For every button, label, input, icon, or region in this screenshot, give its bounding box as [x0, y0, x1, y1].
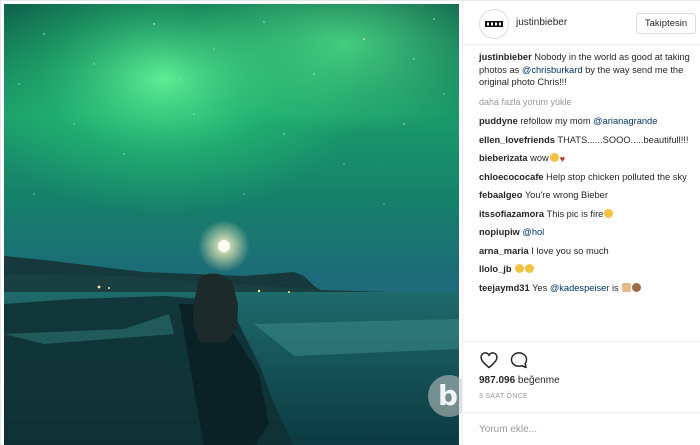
post-side-panel: justinbieber Takiptesin justinbieber Nob…: [462, 1, 700, 445]
comment-icon[interactable]: [509, 350, 529, 370]
comment-text-spacer: is: [609, 282, 622, 293]
comment-mention[interactable]: @arianagrande: [593, 116, 657, 126]
comment-item: chloecococafe Help stop chicken polluted…: [479, 171, 695, 184]
smiling-emoji-icon: [549, 153, 559, 162]
comment-username[interactable]: llolo_jb: [479, 264, 512, 274]
comment-username[interactable]: itssofiazamora: [479, 209, 544, 219]
comment-text: Yes: [529, 282, 550, 293]
watermark-b-glyph: b: [438, 379, 459, 412]
comment-username[interactable]: puddyne: [479, 116, 518, 126]
likes-count[interactable]: 987.096 beğenme: [479, 375, 560, 386]
post-caption: justinbieber Nobody in the world as good…: [479, 51, 695, 89]
post-header: justinbieber Takiptesin: [463, 1, 700, 45]
comment-username[interactable]: bieberizata: [479, 153, 528, 163]
comment-mention[interactable]: @hol: [522, 227, 544, 237]
comment-text: wow: [527, 153, 549, 163]
comment-text: Help stop chicken polluted the sky: [543, 171, 687, 182]
heart-emoji-icon: ♥: [559, 154, 566, 164]
comment-item: puddyne refollow my mom @arianagrande: [479, 115, 695, 128]
comment-username[interactable]: ellen_lovefriends: [479, 135, 555, 145]
comment-item: nopiupiw @hol: [479, 226, 695, 239]
comment-username[interactable]: nopiupiw: [479, 227, 520, 237]
comment-username[interactable]: teejaymd31: [479, 283, 530, 293]
comment-mention[interactable]: @kadespeiser: [550, 283, 610, 293]
likes-label: beğenme: [515, 375, 560, 386]
comment-item: bieberizata wow ♥: [479, 152, 695, 165]
comment-username[interactable]: febaalgeo: [479, 190, 522, 200]
comment-username[interactable]: chloecococafe: [479, 172, 544, 182]
comment-text: [512, 264, 515, 274]
likes-number: 987.096: [479, 375, 516, 386]
comment-item: itssofiazamora This pic is fire: [479, 208, 695, 221]
author-avatar[interactable]: [479, 9, 509, 39]
person-emoji-icon: [632, 282, 642, 292]
comment-item: febaalgeo You're wrong Bieber: [479, 189, 695, 202]
add-comment-input[interactable]: [479, 424, 679, 435]
author-username[interactable]: justinbieber: [516, 17, 567, 28]
blush-emoji-icon: [515, 264, 525, 273]
comments-list[interactable]: justinbieber Nobody in the world as good…: [479, 51, 695, 341]
comment-text: refollow my mom: [517, 116, 594, 126]
comment-text: THATS......SOOO.....beautifull!!!: [554, 134, 689, 145]
heart-eyes-emoji-icon: [604, 208, 614, 218]
post-actions: 987.096 beğenme 3 SAAT ÖNCE: [463, 341, 700, 441]
grin-emoji-icon: [525, 264, 535, 273]
caption-username[interactable]: justinbieber: [479, 52, 532, 62]
comment-text: This pic is fire: [544, 208, 604, 219]
heart-icon[interactable]: [479, 350, 499, 370]
comment-item: arna_maria I love you so much: [479, 245, 695, 258]
aurora-landscape-image: [4, 4, 459, 445]
instagram-post-modal: b justinbieber Takiptesin justinbieber N…: [0, 0, 700, 445]
load-more-comments-link[interactable]: daha fazla yorum yükle: [479, 96, 695, 109]
avatar-logo-icon: [485, 21, 503, 27]
comment-text: I love you so much: [528, 245, 609, 256]
following-button[interactable]: Takiptesin: [636, 13, 696, 34]
comment-item: ellen_lovefriends THATS......SOOO.....be…: [479, 134, 695, 147]
add-comment-section: [463, 412, 700, 445]
post-timestamp: 3 SAAT ÖNCE: [479, 393, 528, 400]
comment-item: llolo_jb: [479, 263, 695, 276]
comment-item: teejaymd31 Yes @kadespeiser is: [479, 282, 695, 295]
comment-text: You're wrong Bieber: [522, 190, 608, 200]
caption-mention[interactable]: @chrisburkard: [522, 65, 583, 75]
wave-hands-emoji-icon: [622, 282, 632, 292]
comment-username[interactable]: arna_maria: [479, 246, 529, 256]
post-photo[interactable]: [4, 4, 459, 445]
